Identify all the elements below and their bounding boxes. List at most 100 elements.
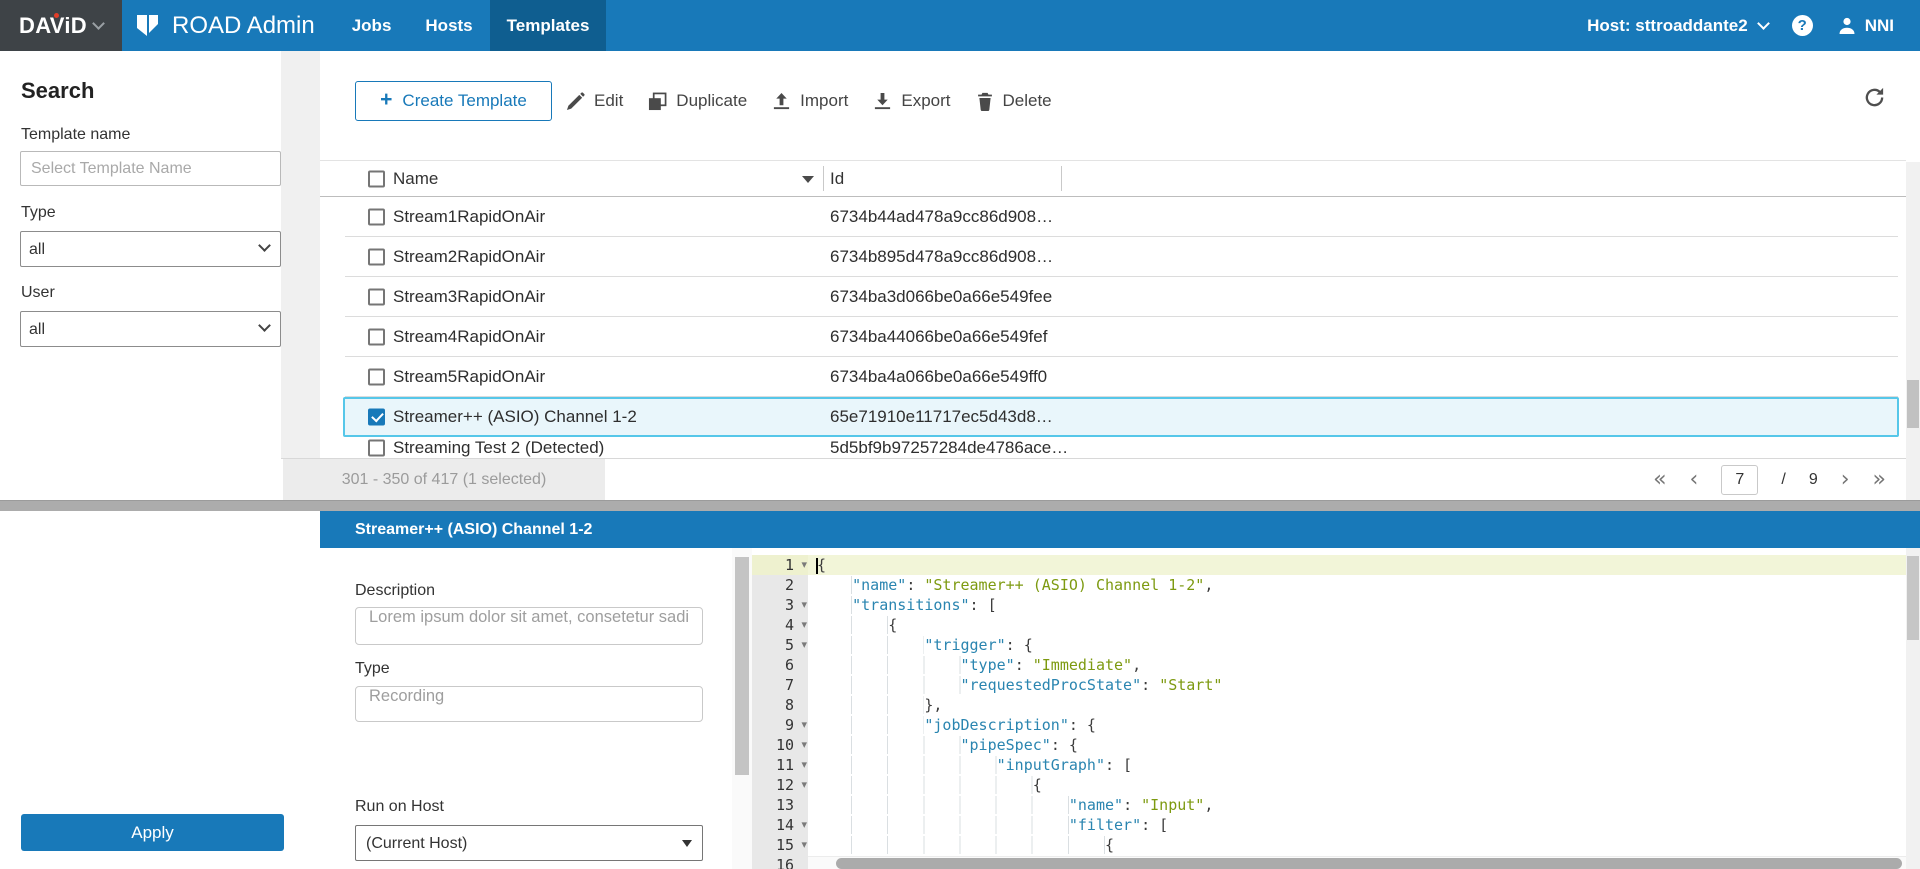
code-line-text: { <box>808 775 1042 795</box>
line-number: 11▾ <box>752 755 808 775</box>
editor-line: 12▾ { <box>752 775 1906 795</box>
row-id: 6734ba3d066be0a66e549fee <box>830 287 1052 307</box>
fold-toggle-icon[interactable]: ▾ <box>801 835 807 855</box>
export-button[interactable]: Export <box>873 91 950 111</box>
detail-scrollbar-thumb[interactable] <box>735 557 749 775</box>
refresh-button[interactable] <box>1863 86 1886 114</box>
line-number: 12▾ <box>752 775 808 795</box>
create-template-button[interactable]: + Create Template <box>355 81 552 121</box>
table-row[interactable]: Stream5RapidOnAir6734ba4a066be0a66e549ff… <box>320 357 1906 397</box>
table-row[interactable]: Stream4RapidOnAir6734ba44066be0a66e549fe… <box>320 317 1906 357</box>
import-button[interactable]: Import <box>772 91 848 111</box>
first-page-button[interactable]: « <box>1653 469 1666 491</box>
fold-toggle-icon[interactable]: ▾ <box>801 715 807 735</box>
table-row[interactable]: Stream1RapidOnAir6734b44ad478a9cc86d908… <box>320 197 1906 237</box>
edit-button[interactable]: Edit <box>566 91 623 111</box>
code-line-text: "filter": [ <box>808 815 1168 835</box>
duplicate-button[interactable]: Duplicate <box>648 91 747 111</box>
column-header-name[interactable]: Name <box>393 169 438 189</box>
table-row[interactable]: Stream2RapidOnAir6734b895d478a9cc86d908… <box>320 237 1906 277</box>
json-editor-lines: 1▾{2 "name": "Streamer++ (ASIO) Channel … <box>752 548 1906 869</box>
plus-icon: + <box>380 88 392 112</box>
apply-button[interactable]: Apply <box>21 814 284 851</box>
column-divider <box>1061 166 1062 191</box>
fold-toggle-icon[interactable]: ▾ <box>801 815 807 835</box>
line-number: 3▾ <box>752 595 808 615</box>
row-checkbox[interactable] <box>368 289 385 306</box>
row-id: 5d5bf9b97257284de4786ace… <box>830 438 1068 458</box>
row-name: Stream1RapidOnAir <box>393 207 545 227</box>
current-page-input[interactable]: 7 <box>1721 465 1758 495</box>
prev-page-button[interactable]: ‹ <box>1690 469 1699 491</box>
duplicate-label: Duplicate <box>676 91 747 111</box>
fold-toggle-icon[interactable]: ▾ <box>801 775 807 795</box>
code-line-text: "type": "Immediate", <box>808 655 1141 675</box>
template-name-input[interactable] <box>20 151 281 186</box>
fold-toggle-icon[interactable]: ▾ <box>801 735 807 755</box>
next-page-button[interactable]: › <box>1841 469 1850 491</box>
table-row[interactable]: Streaming Test 2 (Detected)5d5bf9b972572… <box>320 437 1906 458</box>
select-all-checkbox[interactable] <box>368 170 385 187</box>
fold-toggle-icon[interactable]: ▾ <box>801 555 807 575</box>
username: NNI <box>1865 16 1894 36</box>
import-label: Import <box>800 91 848 111</box>
editor-vscrollbar-thumb[interactable] <box>1907 556 1919 640</box>
user-filter-select[interactable]: all <box>20 311 281 347</box>
tab-hosts[interactable]: Hosts <box>408 0 489 51</box>
road-logo-icon <box>134 12 161 39</box>
tab-templates[interactable]: Templates <box>490 0 607 51</box>
code-line-text: "transitions": [ <box>808 595 997 615</box>
toolbar-actions: Edit Duplicate Import Export Delete <box>566 81 1052 121</box>
row-checkbox[interactable] <box>368 209 385 226</box>
tab-jobs[interactable]: Jobs <box>335 0 409 51</box>
type-filter-select[interactable]: all <box>20 231 281 267</box>
help-icon[interactable]: ? <box>1792 15 1813 36</box>
user-menu[interactable]: NNI <box>1837 16 1894 36</box>
search-title: Search <box>21 78 94 104</box>
fold-toggle-icon[interactable]: ▾ <box>801 635 807 655</box>
editor-hscrollbar-thumb[interactable] <box>836 858 1902 869</box>
pagination-range: 301 - 350 of 417 (1 selected) <box>283 459 605 500</box>
line-number: 8 <box>752 695 808 715</box>
last-page-button[interactable]: » <box>1873 469 1886 491</box>
row-checkbox[interactable] <box>368 409 385 426</box>
description-label: Description <box>355 582 435 600</box>
column-header-id[interactable]: Id <box>830 169 844 189</box>
template-table-body: Stream1RapidOnAir6734b44ad478a9cc86d908…… <box>320 197 1906 458</box>
row-id: 6734b895d478a9cc86d908… <box>830 247 1053 267</box>
code-line-text: "name": "Input", <box>808 795 1213 815</box>
run-on-host-select[interactable]: (Current Host) <box>355 825 703 861</box>
panel-splitter[interactable] <box>0 500 1920 511</box>
json-editor[interactable]: 1▾{2 "name": "Streamer++ (ASIO) Channel … <box>752 548 1920 869</box>
editor-scroll-corner <box>1906 856 1920 869</box>
fold-toggle-icon[interactable]: ▾ <box>801 595 807 615</box>
code-line-text: "name": "Streamer++ (ASIO) Channel 1-2", <box>808 575 1213 595</box>
table-row[interactable]: Streamer++ (ASIO) Channel 1-265e71910e11… <box>320 397 1906 437</box>
refresh-icon <box>1863 86 1886 109</box>
row-checkbox[interactable] <box>368 249 385 266</box>
type-input[interactable]: Recording <box>355 686 703 722</box>
fold-toggle-icon[interactable]: ▾ <box>801 615 807 635</box>
line-number: 7 <box>752 675 808 695</box>
description-input[interactable]: Lorem ipsum dolor sit amet, consetetur s… <box>355 607 703 645</box>
fold-toggle-icon[interactable]: ▾ <box>801 755 807 775</box>
code-line-text: "jobDescription": { <box>808 715 1096 735</box>
row-checkbox[interactable] <box>368 369 385 386</box>
row-checkbox[interactable] <box>368 439 385 456</box>
person-icon <box>1837 16 1857 36</box>
david-brand-menu[interactable]: DAViD <box>0 0 122 51</box>
code-line-text: "pipeSpec": { <box>808 735 1078 755</box>
delete-button[interactable]: Delete <box>976 91 1052 111</box>
table-scrollbar-thumb[interactable] <box>1907 380 1919 428</box>
sort-desc-icon[interactable] <box>802 176 814 183</box>
row-checkbox[interactable] <box>368 329 385 346</box>
editor-line: 9▾ "jobDescription": { <box>752 715 1906 735</box>
host-selector[interactable]: Host: sttroaddante2 <box>1587 16 1768 36</box>
editor-line: 4▾ { <box>752 615 1906 635</box>
table-row[interactable]: Stream3RapidOnAir 6734ba3d066be0a66e549fe… <box>320 277 1906 317</box>
type-filter-label: Type <box>21 204 56 222</box>
row-name: Stream3RapidOnAir <box>393 287 545 307</box>
row-id: 65e71910e11717ec5d43d8… <box>830 407 1053 427</box>
pencil-icon <box>566 92 585 111</box>
table-header: Name Id <box>320 160 1906 197</box>
